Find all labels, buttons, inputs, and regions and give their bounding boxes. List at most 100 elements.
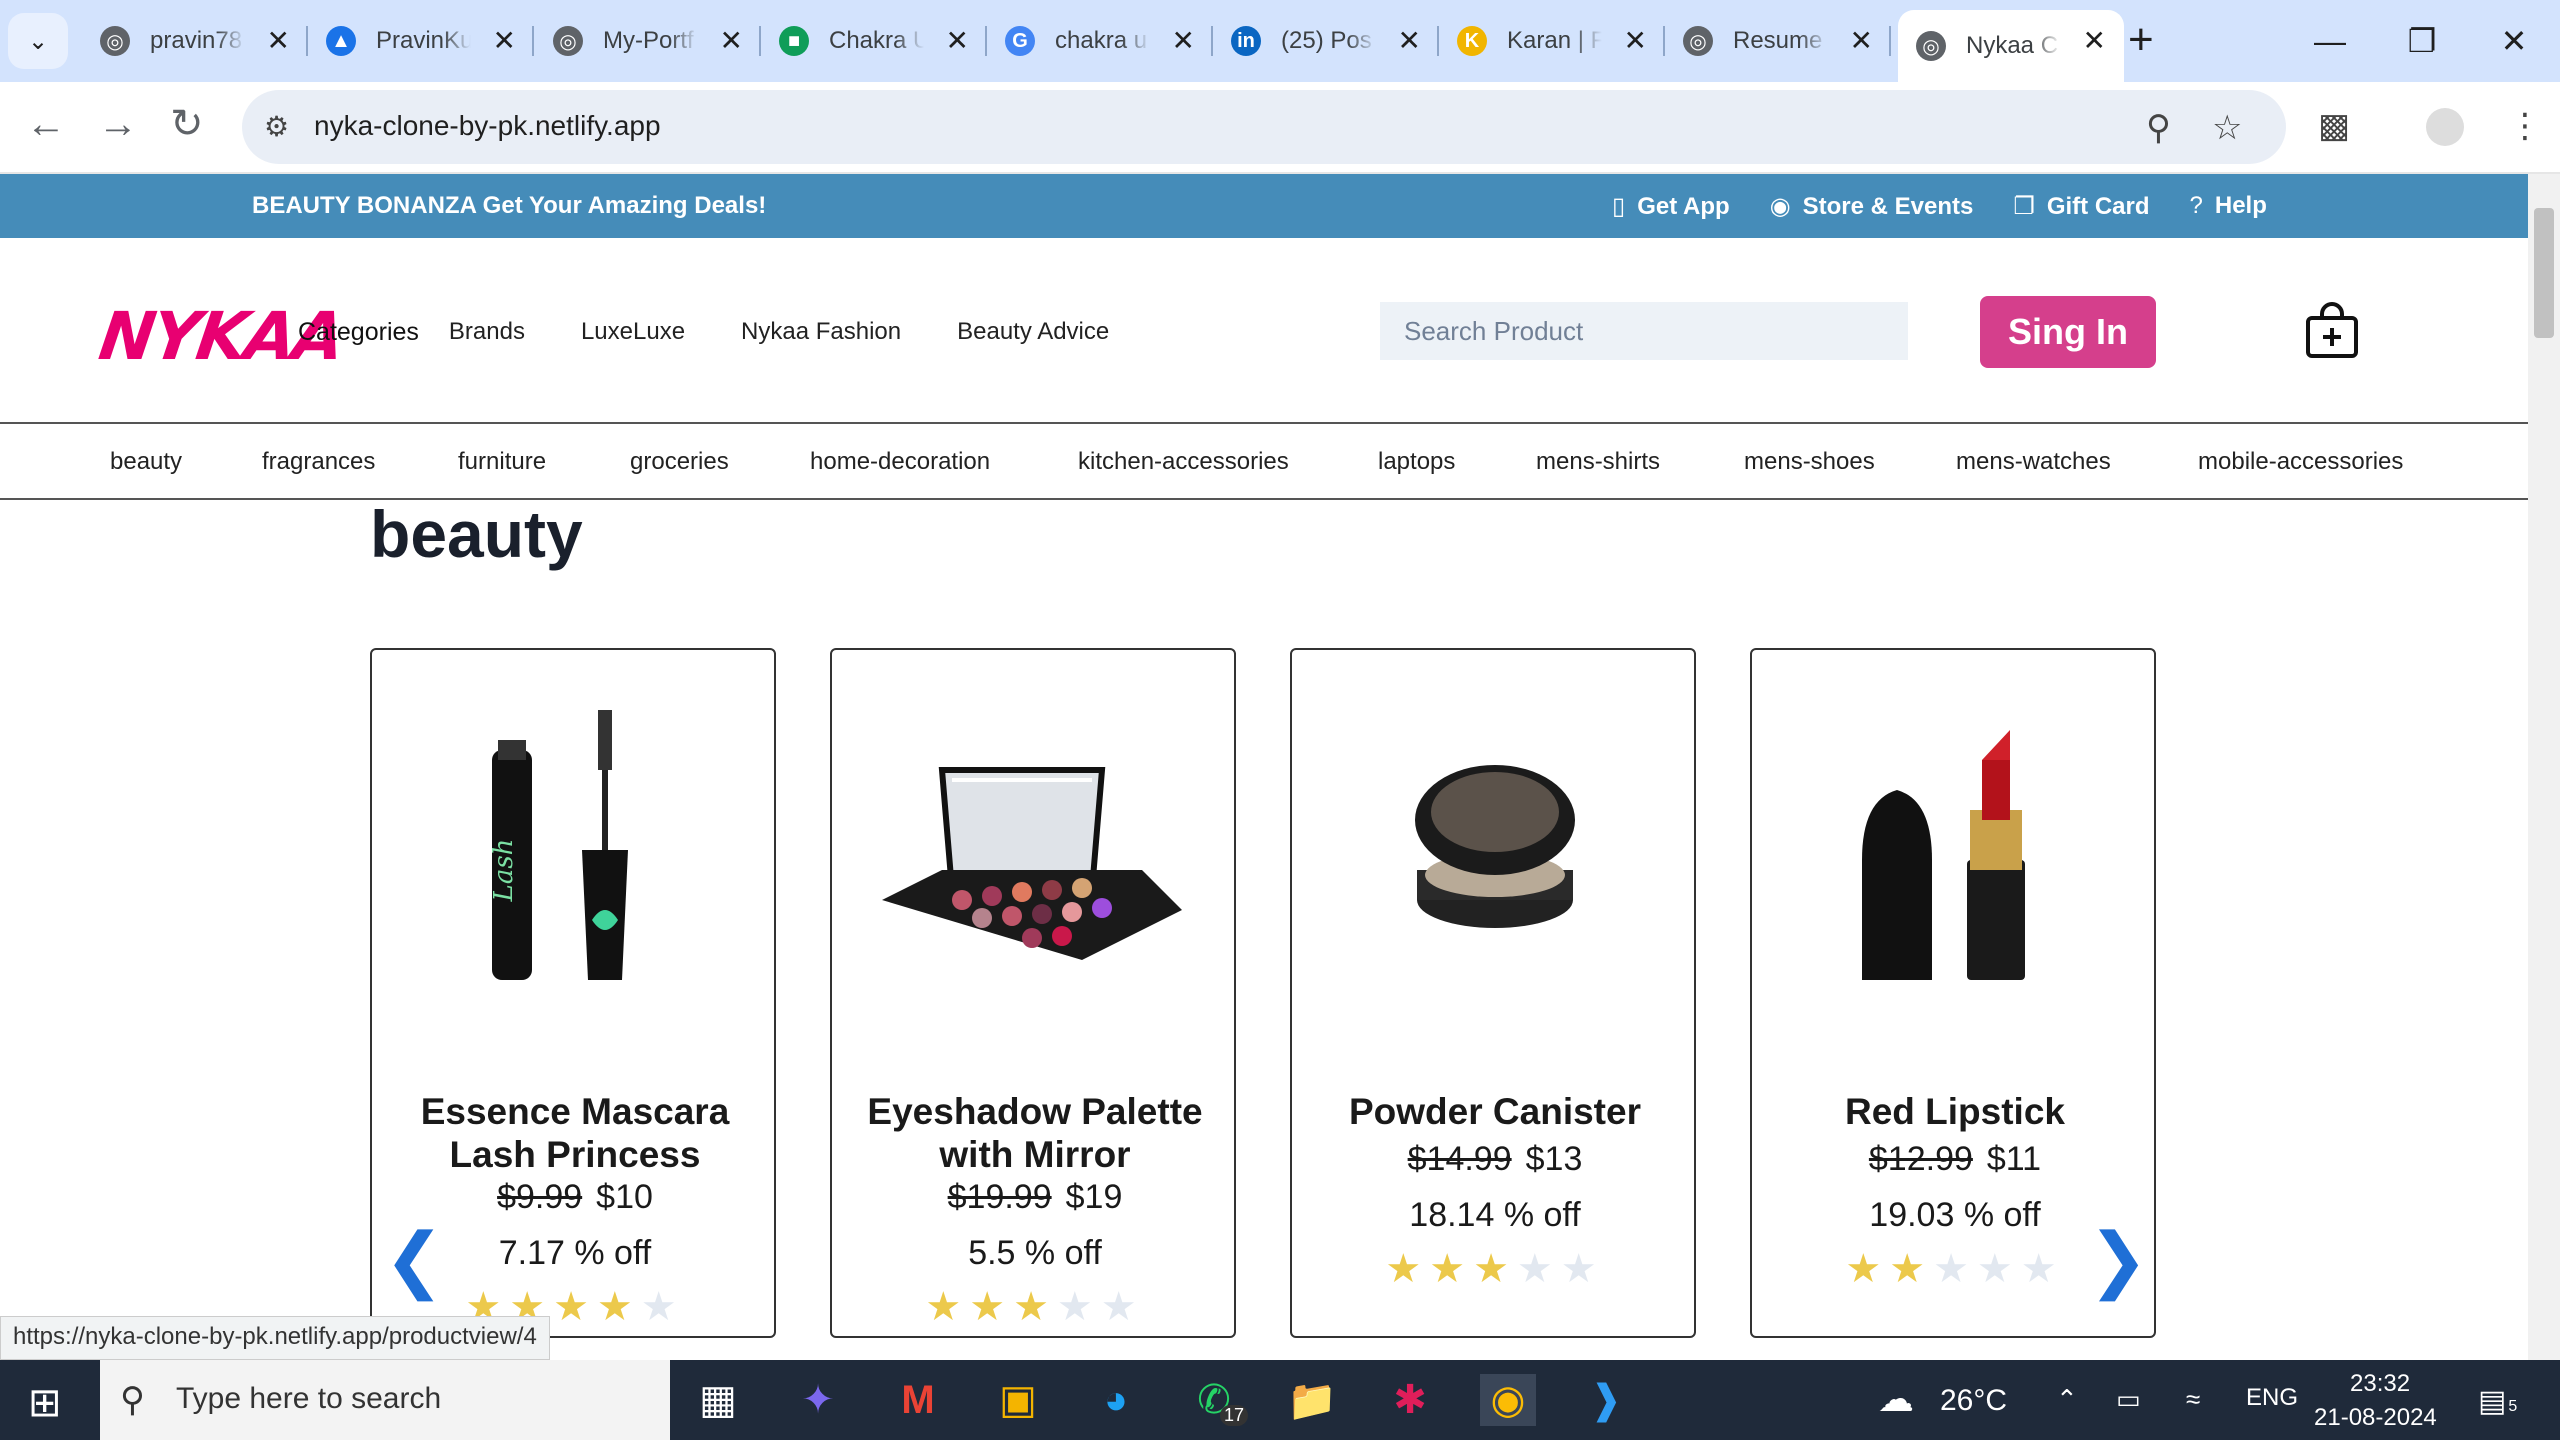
scrollbar-thumb[interactable]	[2534, 208, 2554, 338]
copilot-icon[interactable]: ✦	[790, 1374, 846, 1426]
tab-title: (25) Pos	[1281, 27, 1372, 54]
task-view-icon[interactable]: ▦	[690, 1374, 746, 1426]
product-card[interactable]: Powder Canister $14.99 $13 18.14 % off ★★★★★	[1290, 648, 1696, 1338]
reload-icon[interactable]: ↻	[170, 104, 204, 144]
clock-date[interactable]: 21-08-2024	[2314, 1404, 2437, 1432]
category-home-decoration[interactable]: home-decoration	[810, 448, 990, 476]
promo-link[interactable]: ❐ Gift Card	[2013, 192, 2149, 221]
close-tab-icon[interactable]: ✕	[1398, 26, 1421, 56]
browser-tab[interactable]: ◎ Resume ✕	[1665, 10, 1891, 72]
close-tab-icon[interactable]: ✕	[1624, 26, 1647, 56]
windows-start-icon[interactable]: ⊞	[28, 1380, 62, 1426]
product-name[interactable]: Eyeshadow Palette with Mirror	[842, 1090, 1228, 1176]
category-furniture[interactable]: furniture	[458, 448, 546, 476]
close-tab-icon[interactable]: ✕	[720, 26, 743, 56]
new-tab-button[interactable]: +	[2128, 18, 2154, 62]
weather-temp[interactable]: 26°C	[1940, 1384, 2007, 1418]
close-tab-icon[interactable]: ✕	[267, 26, 290, 56]
address-bar[interactable]: ⚙ nyka-clone-by-pk.netlify.app ⚲ ☆	[242, 90, 2286, 164]
forward-icon[interactable]: →	[98, 104, 138, 144]
carousel-prev-arrow[interactable]: ❮	[384, 1224, 444, 1296]
clock-time[interactable]: 23:32	[2350, 1370, 2410, 1398]
category-beauty[interactable]: beauty	[110, 448, 182, 476]
category-mobile-accessories[interactable]: mobile-accessories	[2198, 448, 2403, 476]
browser-tab[interactable]: in (25) Pos ✕	[1213, 10, 1439, 72]
rating-stars: ★★★★★	[1292, 1246, 1694, 1292]
nav-item-luxeluxe[interactable]: LuxeLuxe	[581, 318, 685, 347]
product-card[interactable]: Eyeshadow Palette with Mirror $19.99 $19 5.…	[830, 648, 1236, 1338]
page-scrollbar[interactable]	[2528, 174, 2560, 1360]
close-tab-icon[interactable]: ✕	[493, 26, 516, 56]
product-image[interactable]	[1332, 700, 1658, 1000]
promo-link[interactable]: ◉ Store & Events	[1770, 192, 1974, 221]
zoom-icon[interactable]: ⚲	[2146, 108, 2171, 148]
file-explorer-icon[interactable]: 📁	[1284, 1374, 1340, 1426]
product-name[interactable]: Powder Canister	[1302, 1090, 1688, 1133]
extensions-icon[interactable]: ▩	[2318, 106, 2350, 146]
category-mens-shoes[interactable]: mens-shoes	[1744, 448, 1875, 476]
cart-bag-icon[interactable]	[2304, 300, 2360, 365]
browser-tab[interactable]: K Karan | F ✕	[1439, 10, 1665, 72]
search-input[interactable]	[1380, 302, 1908, 360]
old-price: $9.99	[497, 1178, 583, 1216]
browser-tab[interactable]: ◎ pravin78 ✕	[82, 10, 308, 72]
battery-icon[interactable]: ▭	[2116, 1384, 2141, 1415]
browser-tab[interactable]: ▲ PravinKu ✕	[308, 10, 534, 72]
category-kitchen-accessories[interactable]: kitchen-accessories	[1078, 448, 1289, 476]
browser-tab[interactable]: ◎ Nykaa C ✕	[1898, 10, 2124, 82]
back-icon[interactable]: ←	[26, 104, 66, 144]
close-tab-icon[interactable]: ✕	[2083, 26, 2106, 56]
search-icon: ⚲	[120, 1381, 145, 1419]
category-mens-watches[interactable]: mens-watches	[1956, 448, 2111, 476]
product-image[interactable]	[1792, 700, 2118, 1000]
browser-tab[interactable]: Gchakra u ✕	[987, 10, 1213, 72]
signin-button[interactable]: Sing In	[1980, 296, 2156, 368]
category-groceries[interactable]: groceries	[630, 448, 729, 476]
product-image[interactable]: Lash	[412, 700, 738, 1000]
close-tab-icon[interactable]: ✕	[1850, 26, 1873, 56]
promo-link[interactable]: ▯ Get App	[1612, 192, 1730, 221]
nav-item-categories[interactable]: Categories	[298, 318, 419, 347]
restore-icon[interactable]: ❐	[2376, 0, 2468, 82]
product-name[interactable]: Essence Mascara Lash Princess	[382, 1090, 768, 1176]
category-fragrances[interactable]: fragrances	[262, 448, 375, 476]
window-controls: — ❐ ✕	[2284, 0, 2560, 82]
tab-search-button[interactable]: ⌄	[8, 13, 68, 69]
language-indicator[interactable]: ENG	[2246, 1384, 2298, 1412]
browser-tab[interactable]: ■ Chakra U ✕	[761, 10, 987, 72]
whatsapp-icon[interactable]: ✆ 17	[1186, 1374, 1248, 1426]
help-icon: ?	[2189, 192, 2203, 219]
menu-dots-icon[interactable]: ⋮	[2508, 106, 2542, 146]
discount-text: 5.5 % off	[968, 1234, 1102, 1272]
site-info-icon[interactable]: ⚙	[264, 110, 289, 143]
promo-link[interactable]: ? Help	[2190, 192, 2267, 221]
gmail-icon[interactable]: M	[890, 1374, 946, 1426]
category-laptops[interactable]: laptops	[1378, 448, 1455, 476]
notification-icon[interactable]: ▤ 5	[2478, 1384, 2517, 1419]
product-image[interactable]	[872, 700, 1198, 1000]
browser-tab[interactable]: ◎ My-Portf ✕	[535, 10, 761, 72]
weather-icon[interactable]: ☁	[1878, 1378, 1914, 1420]
nav-item-nykaa-fashion[interactable]: Nykaa Fashion	[741, 318, 901, 347]
edge-icon[interactable]: ◕	[1088, 1374, 1144, 1426]
close-tab-icon[interactable]: ✕	[946, 26, 969, 56]
nav-item-beauty-advice[interactable]: Beauty Advice	[957, 318, 1109, 347]
tab-title: Nykaa C	[1966, 32, 2059, 59]
tray-chevron-icon[interactable]: ⌃	[2056, 1384, 2078, 1415]
close-tab-icon[interactable]: ✕	[1172, 26, 1195, 56]
close-window-icon[interactable]: ✕	[2468, 0, 2560, 82]
vscode-icon[interactable]: ❱	[1578, 1374, 1634, 1426]
taskbar-search[interactable]: ⚲ Type here to search	[100, 1360, 670, 1440]
category-mens-shirts[interactable]: mens-shirts	[1536, 448, 1660, 476]
bookmark-star-icon[interactable]: ☆	[2212, 108, 2242, 148]
minimize-icon[interactable]: —	[2284, 0, 2376, 82]
wifi-icon[interactable]: ≈	[2186, 1384, 2200, 1415]
carousel-next-arrow[interactable]: ❯	[2088, 1224, 2148, 1296]
store-icon[interactable]: ▣	[990, 1374, 1046, 1426]
profile-avatar[interactable]	[2426, 108, 2464, 146]
nav-item-brands[interactable]: Brands	[449, 318, 525, 347]
chrome-icon[interactable]: ◉	[1480, 1374, 1536, 1426]
tab-title: Resume	[1733, 27, 1823, 54]
product-name[interactable]: Red Lipstick	[1762, 1090, 2148, 1133]
slack-icon[interactable]: ✱	[1382, 1374, 1438, 1426]
